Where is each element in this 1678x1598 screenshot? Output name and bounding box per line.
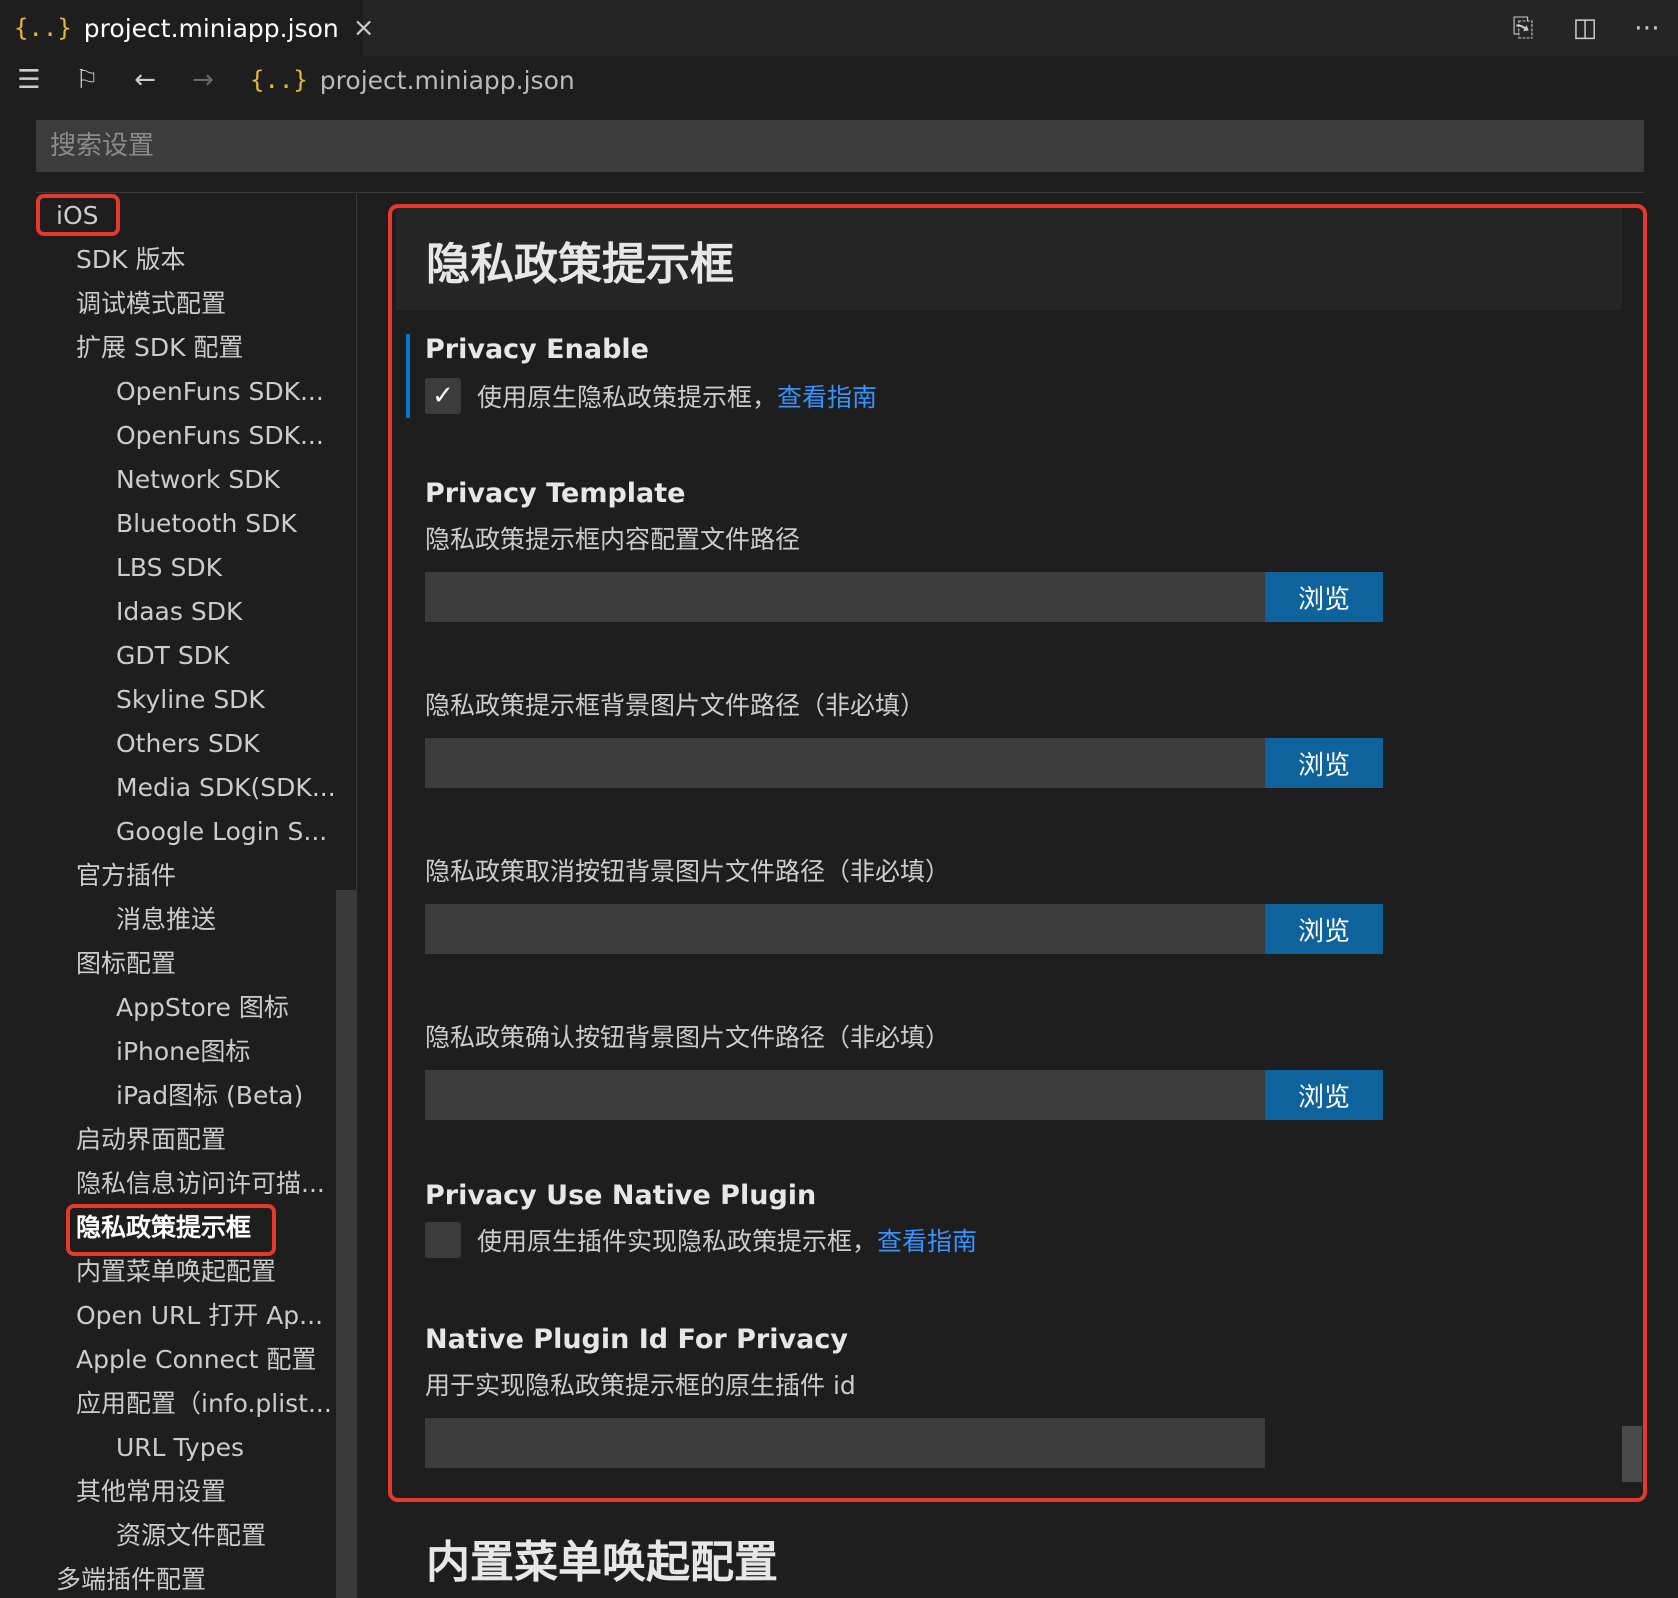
toc-item[interactable]: iPhone图标 (116, 1032, 250, 1072)
forward-arrow-icon[interactable]: → (174, 65, 232, 95)
toc-item[interactable]: 启动界面配置 (76, 1120, 226, 1160)
toc-item[interactable]: 隐私信息访问许可描... (76, 1164, 325, 1204)
json-file-icon: {..} (250, 66, 308, 94)
native-plugin-checkbox[interactable] (425, 1222, 461, 1258)
toc-divider (356, 194, 357, 1598)
toc-item[interactable]: Open URL 打开 Ap... (76, 1296, 323, 1336)
toc-item[interactable]: AppStore 图标 (116, 988, 289, 1028)
list-icon[interactable]: ☰ (0, 65, 58, 95)
toc-item[interactable]: Media SDK(SDK... (116, 768, 336, 808)
breadcrumb: ☰ ⚐ ← → {..} project.miniapp.json (0, 56, 1678, 104)
privacy-enable-label: 使用原生隐私政策提示框， (477, 383, 778, 412)
privacy-template-browse-button[interactable]: 浏览 (1265, 572, 1383, 622)
toc-item[interactable]: Network SDK (116, 460, 280, 500)
cancel-bg-input[interactable] (425, 904, 1265, 954)
more-actions-icon[interactable]: ⋯ (1616, 13, 1678, 43)
toc-item[interactable]: 官方插件 (76, 856, 176, 896)
toc-item[interactable]: Idaas SDK (116, 592, 242, 632)
tab-actions: ⎘ ◫ ⋯ (1492, 0, 1678, 56)
plugin-id-title: Native Plugin Id For Privacy (425, 1324, 848, 1355)
close-icon[interactable]: × (353, 13, 375, 43)
divider (36, 192, 1644, 193)
privacy-template-input[interactable] (425, 572, 1265, 622)
toc-item[interactable]: LBS SDK (116, 548, 222, 588)
privacy-enable-guide-link[interactable]: 查看指南 (777, 378, 877, 414)
confirm-bg-desc: 隐私政策确认按钮背景图片文件路径（非必填） (425, 1023, 951, 1052)
native-plugin-guide-link[interactable]: 查看指南 (877, 1222, 977, 1258)
content-scrollbar[interactable] (1622, 1426, 1642, 1482)
toc-item[interactable]: iPad图标 (Beta) (116, 1076, 303, 1116)
toc-item[interactable]: URL Types (116, 1428, 244, 1468)
toc-item[interactable]: 应用配置（info.plist... (76, 1384, 332, 1424)
native-plugin-row: 使用原生插件实现隐私政策提示框， 查看指南 (425, 1222, 977, 1258)
bg-image-input[interactable] (425, 738, 1265, 788)
split-editor-icon[interactable]: ◫ (1554, 13, 1616, 43)
toc-item[interactable]: Skyline SDK (116, 680, 265, 720)
search-input[interactable] (36, 120, 1644, 172)
toc-item[interactable]: 扩展 SDK 配置 (76, 328, 243, 368)
toc-scrollbar[interactable] (336, 890, 356, 1598)
plugin-id-input[interactable] (425, 1418, 1265, 1468)
ios-highlight-box (36, 194, 120, 236)
editor-tab[interactable]: {..} project.miniapp.json × (0, 0, 375, 56)
plugin-id-desc: 用于实现隐私政策提示框的原生插件 id (425, 1371, 856, 1400)
bg-image-desc: 隐私政策提示框背景图片文件路径（非必填） (425, 691, 926, 720)
toc-item[interactable]: Google Login S... (116, 812, 327, 852)
privacy-template-title: Privacy Template (425, 478, 686, 509)
toc-item[interactable]: Apple Connect 配置 (76, 1340, 316, 1380)
toc-item[interactable]: Others SDK (116, 724, 259, 764)
tab-bar: {..} project.miniapp.json × ⎘ ◫ ⋯ (0, 0, 1678, 56)
bg-image-browse-button[interactable]: 浏览 (1265, 738, 1383, 788)
section-title: 隐私政策提示框 (426, 239, 734, 290)
toc-item[interactable]: 其他常用设置 (76, 1472, 226, 1512)
breadcrumb-file[interactable]: project.miniapp.json (320, 66, 575, 95)
tab-title: project.miniapp.json (83, 13, 339, 43)
native-plugin-title: Privacy Use Native Plugin (425, 1180, 817, 1211)
toc-item[interactable]: OpenFuns SDK... (116, 416, 324, 456)
toc-item[interactable]: 资源文件配置 (116, 1516, 266, 1556)
toc-item[interactable]: OpenFuns SDK... (116, 372, 324, 412)
toc-item[interactable]: 消息推送 (116, 900, 216, 940)
toc-item[interactable]: 内置菜单唤起配置 (76, 1252, 276, 1292)
privacy-enable-title: Privacy Enable (425, 334, 649, 365)
toc-item[interactable]: Bluetooth SDK (116, 504, 297, 544)
privacy-enable-checkbox[interactable]: ✓ (425, 378, 461, 414)
toc-item[interactable]: 调试模式配置 (76, 284, 226, 324)
privacy-enable-row: ✓ 使用原生隐私政策提示框， 查看指南 (425, 378, 877, 414)
bookmark-icon[interactable]: ⚐ (58, 65, 116, 95)
confirm-bg-input[interactable] (425, 1070, 1265, 1120)
focused-setting-indicator (406, 334, 410, 418)
toc-item[interactable]: 多端插件配置 (56, 1560, 206, 1598)
confirm-bg-browse-button[interactable]: 浏览 (1265, 1070, 1383, 1120)
toc-item[interactable]: SDK 版本 (76, 240, 185, 280)
cancel-bg-desc: 隐私政策取消按钮背景图片文件路径（非必填） (425, 857, 951, 886)
privacy-toc-highlight-box (66, 1204, 276, 1256)
privacy-template-desc: 隐私政策提示框内容配置文件路径 (425, 525, 801, 554)
json-file-icon: {..} (14, 14, 72, 42)
next-section-title: 内置菜单唤起配置 (426, 1537, 778, 1588)
cancel-bg-browse-button[interactable]: 浏览 (1265, 904, 1383, 954)
back-arrow-icon[interactable]: ← (116, 65, 174, 95)
native-plugin-label: 使用原生插件实现隐私政策提示框， (477, 1227, 878, 1256)
toc-item[interactable]: 图标配置 (76, 944, 176, 984)
toc-item[interactable]: GDT SDK (116, 636, 229, 676)
open-file-icon[interactable]: ⎘ (1492, 13, 1554, 44)
